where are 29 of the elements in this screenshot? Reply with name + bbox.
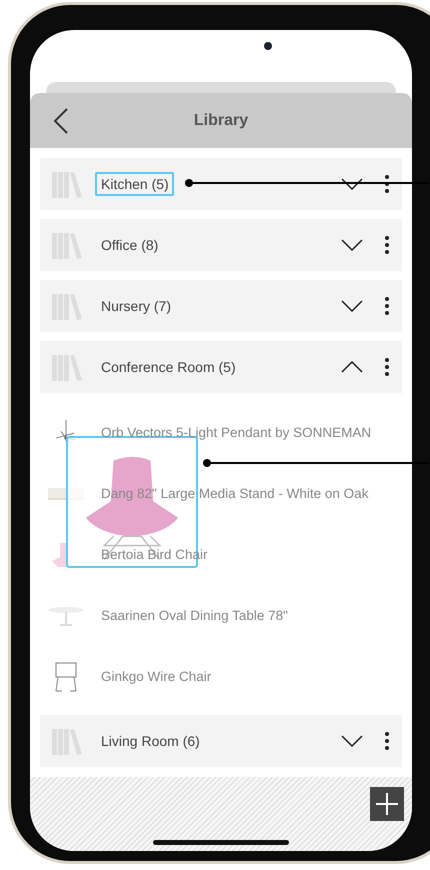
folder-row[interactable]: Conference Room (5) — [40, 341, 402, 393]
screen-title: Library — [194, 112, 248, 130]
plus-icon — [375, 792, 399, 816]
camera-icon — [264, 42, 272, 50]
add-button[interactable] — [370, 787, 404, 821]
folder-row[interactable]: Office (8) — [40, 219, 402, 271]
chevron-down-icon[interactable] — [341, 735, 363, 747]
folder-name: Kitchen (5) — [95, 172, 174, 196]
more-icon[interactable] — [385, 732, 389, 750]
folder-name: Conference Room (5) — [100, 358, 237, 377]
more-icon[interactable] — [385, 297, 389, 315]
chevron-down-icon[interactable] — [341, 300, 363, 312]
product-name[interactable]: Saarinen Oval Dining Table 78" — [101, 608, 288, 623]
chevron-down-icon[interactable] — [341, 178, 363, 190]
folder-name: Office (8) — [100, 236, 160, 255]
more-icon[interactable] — [385, 175, 389, 193]
chevron-up-icon[interactable] — [341, 361, 363, 373]
more-icon[interactable] — [385, 358, 389, 376]
table-thumbnail — [47, 606, 85, 626]
wire-chair-thumbnail — [55, 662, 77, 692]
back-icon[interactable] — [54, 108, 68, 134]
more-icon[interactable] — [385, 236, 389, 254]
chevron-down-icon[interactable] — [341, 239, 363, 251]
folder-name: Nursery (7) — [100, 297, 172, 316]
product-name[interactable]: Ginkgo Wire Chair — [101, 669, 212, 684]
folder-row[interactable]: Nursery (7) — [40, 280, 402, 332]
folder-name: Living Room (6) — [100, 732, 201, 751]
folder-row[interactable]: Kitchen (5) — [40, 158, 402, 210]
folder-row[interactable]: Living Room (6) — [40, 715, 402, 767]
